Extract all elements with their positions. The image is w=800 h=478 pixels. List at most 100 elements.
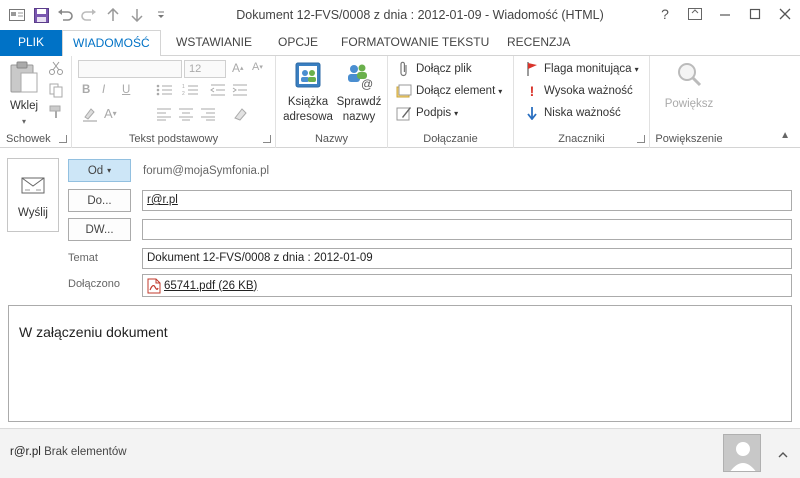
highlight-icon[interactable] <box>82 106 100 122</box>
help-button[interactable]: ? <box>650 0 680 28</box>
follow-up-label: Flaga monitująca <box>544 63 632 75</box>
maximize-icon[interactable] <box>740 0 770 28</box>
person-placeholder-icon <box>724 435 760 471</box>
underline-button[interactable]: U <box>122 84 130 96</box>
basic-text-launcher-icon[interactable] <box>263 135 271 143</box>
tab-file[interactable]: PLIK <box>0 30 62 56</box>
copy-icon[interactable] <box>48 82 64 98</box>
paperclip-icon <box>396 61 412 77</box>
minimize-icon[interactable] <box>710 0 740 28</box>
tags-group-label: Znaczniki <box>558 133 605 145</box>
tab-format-text[interactable]: FORMATOWANIE TEKSTU <box>331 30 499 56</box>
svg-text:@: @ <box>361 77 373 90</box>
zoom-button[interactable]: Powiększ <box>656 60 722 112</box>
magnifier-icon <box>678 63 702 87</box>
basic-text-group: 12 A ▴ A ▾ B I U 12 A ▾ Tekst podstawowy <box>72 56 276 148</box>
expand-people-pane-icon[interactable] <box>778 450 788 460</box>
bullets-icon[interactable] <box>156 83 174 97</box>
ribbon: Wklej ▾ Schowek 12 A ▴ A ▾ B I U 12 A ▾ … <box>0 56 800 148</box>
contact-name[interactable]: r@r.pl <box>10 446 41 458</box>
flag-icon <box>524 61 540 77</box>
tags-launcher-icon[interactable] <box>637 135 645 143</box>
tab-options[interactable]: OPCJE <box>268 30 328 56</box>
basic-text-group-label: Tekst podstawowy <box>128 133 219 145</box>
clipboard-group: Wklej ▾ Schowek <box>0 56 72 148</box>
attach-item-dropdown-icon: ▾ <box>498 86 503 96</box>
attachments-field[interactable]: 65741.pdf (26 KB) <box>142 274 792 297</box>
collapse-ribbon-icon[interactable]: ▲ <box>780 130 790 141</box>
attach-file-button[interactable]: Dołącz plik <box>396 61 472 77</box>
low-importance-button[interactable]: Niska ważność <box>524 105 621 121</box>
include-group: Dołącz plik Dołącz element ▾ Podpis ▾ Do… <box>388 56 514 148</box>
tab-review[interactable]: RECENZJA <box>497 30 580 56</box>
ribbon-display-options-icon[interactable] <box>680 0 710 28</box>
close-icon[interactable] <box>770 0 800 28</box>
people-pane: r@r.pl Brak elementów <box>0 428 800 478</box>
names-group: Książka adresowa @ Sprawdź nazwy Nazwy <box>276 56 388 148</box>
grow-font-icon[interactable]: A ▴ <box>232 61 244 75</box>
check-names-button[interactable]: @ Sprawdź nazwy <box>334 60 384 125</box>
attachment-link[interactable]: 65741.pdf (26 KB) <box>164 280 257 292</box>
tab-insert[interactable]: WSTAWIANIE <box>166 30 262 56</box>
message-body-text: W załączeniu dokument <box>19 324 168 340</box>
address-book-button[interactable]: Książka adresowa <box>282 60 334 125</box>
zoom-group: Powiększ Powiększenie <box>650 56 728 148</box>
from-button-label: Od <box>87 164 104 177</box>
bold-button[interactable]: B <box>82 84 90 96</box>
to-recipient[interactable]: r@r.pl <box>147 194 178 206</box>
follow-up-button[interactable]: Flaga monitująca ▾ <box>524 61 639 77</box>
subject-label: Temat <box>68 252 98 264</box>
font-size-value: 12 <box>189 63 202 75</box>
cc-button[interactable]: DW... <box>68 218 131 241</box>
cc-field[interactable] <box>142 219 792 240</box>
svg-text:2: 2 <box>182 91 185 97</box>
address-book-label-2: adresowa <box>283 111 333 123</box>
down-arrow-icon <box>524 105 540 121</box>
font-size-box[interactable]: 12 <box>184 60 226 78</box>
check-names-label-1: Sprawdź <box>336 96 382 108</box>
ribbon-tabs: PLIK WIADOMOŚĆ WSTAWIANIE OPCJE FORMATOW… <box>0 30 800 57</box>
align-right-icon[interactable] <box>200 107 216 121</box>
contact-status: Brak elementów <box>44 446 127 458</box>
align-center-icon[interactable] <box>178 107 194 121</box>
check-names-label-2: nazwy <box>342 111 376 123</box>
subject-field[interactable]: Dokument 12-FVS/0008 z dnia : 2012-01-09 <box>142 248 792 269</box>
font-name-box[interactable] <box>78 60 182 78</box>
people-pane-info: r@r.pl Brak elementów <box>10 446 127 458</box>
title-bar: Dokument 12-FVS/0008 z dnia : 2012-01-09… <box>0 0 800 30</box>
italic-button[interactable]: I <box>102 84 105 96</box>
shrink-font-icon[interactable]: A ▾ <box>252 61 263 73</box>
attach-item-button[interactable]: Dołącz element ▾ <box>396 83 502 99</box>
message-body[interactable]: W załączeniu dokument <box>8 305 792 422</box>
to-button[interactable]: Do... <box>68 189 131 212</box>
avatar[interactable] <box>723 434 761 472</box>
tags-group: Flaga monitująca ▾ ! Wysoka ważność Nisk… <box>514 56 650 148</box>
from-button[interactable]: Od ▾ <box>68 159 131 182</box>
window-controls: ? <box>650 0 800 28</box>
cut-icon[interactable] <box>48 60 64 76</box>
signature-button[interactable]: Podpis ▾ <box>396 105 458 121</box>
paste-button[interactable]: Wklej ▾ <box>4 60 44 129</box>
high-importance-button[interactable]: ! Wysoka ważność <box>524 83 633 99</box>
numbering-icon[interactable]: 12 <box>182 83 200 97</box>
follow-up-dropdown-icon: ▾ <box>634 64 639 74</box>
from-address: forum@mojaSymfonia.pl <box>143 165 270 177</box>
names-group-label: Nazwy <box>314 133 348 145</box>
address-book-icon <box>295 62 321 88</box>
format-painter-icon[interactable] <box>48 104 64 120</box>
exclamation-icon: ! <box>529 83 535 99</box>
tab-message[interactable]: WIADOMOŚĆ <box>62 30 161 57</box>
increase-indent-icon[interactable] <box>232 83 248 97</box>
align-left-icon[interactable] <box>156 107 172 121</box>
send-label: Wyślij <box>18 207 48 219</box>
from-dropdown-icon: ▾ <box>107 166 112 175</box>
svg-text:1: 1 <box>182 84 185 90</box>
address-book-label-1: Książka <box>287 96 329 108</box>
decrease-indent-icon[interactable] <box>210 83 226 97</box>
clear-formatting-icon[interactable] <box>232 106 248 122</box>
attached-label: Dołączono <box>68 278 120 290</box>
send-button[interactable]: Wyślij <box>7 158 59 232</box>
to-field[interactable]: r@r.pl <box>142 190 792 211</box>
font-color-icon[interactable]: A ▾ <box>104 106 117 121</box>
clipboard-launcher-icon[interactable] <box>59 135 67 143</box>
